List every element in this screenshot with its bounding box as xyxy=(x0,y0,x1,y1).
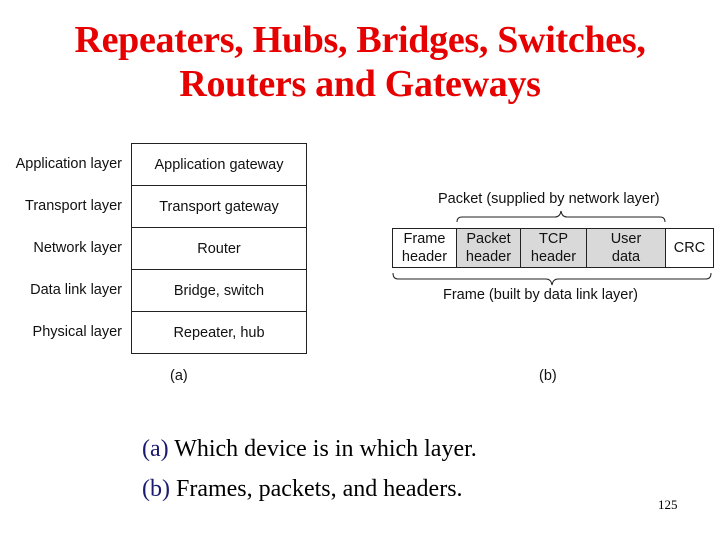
layer-label-network: Network layer xyxy=(33,240,122,256)
frame-brace xyxy=(392,272,712,286)
figure-b-label: (b) xyxy=(539,368,557,384)
frame-field-tcp-header: TCP header xyxy=(521,229,587,267)
device-cell-physical: Repeater, hub xyxy=(173,325,265,341)
caption-b-text: Frames, packets, and headers. xyxy=(169,476,463,502)
caption-a-text: Which device is in which layer. xyxy=(168,436,477,462)
frame-field-packet-header: Packet header xyxy=(457,229,521,267)
layer-label-data-link: Data link layer xyxy=(30,282,122,298)
packet-brace xyxy=(456,210,666,223)
frame-field-crc: CRC xyxy=(666,229,713,267)
slide-title: Repeaters, Hubs, Bridges, Switches, Rout… xyxy=(0,18,720,106)
caption-a: (a) Which device is in which layer. xyxy=(142,436,477,463)
figure-a-label: (a) xyxy=(170,368,188,384)
caption-b: (b) Frames, packets, and headers. xyxy=(142,476,463,503)
device-cell-data-link: Bridge, switch xyxy=(132,270,306,312)
device-cell-application: Application gateway xyxy=(132,144,306,186)
packet-brace-label: Packet (supplied by network layer) xyxy=(438,191,660,207)
device-cell-transport: Transport gateway xyxy=(132,186,306,228)
layer-label-physical: Physical layer xyxy=(32,324,122,340)
frame-field-user-data: User data xyxy=(587,229,666,267)
layer-label-transport: Transport layer xyxy=(25,198,122,214)
slide-title-line-1: Repeaters, Hubs, Bridges, Switches, xyxy=(74,19,646,61)
slide-title-line-2: Routers and Gateways xyxy=(179,63,541,105)
frame-diagram: Frame header Packet header TCP header User d… xyxy=(392,228,714,268)
device-cell-network: Router xyxy=(132,228,306,270)
layer-label-application: Application layer xyxy=(15,156,122,172)
frame-brace-label: Frame (built by data link layer) xyxy=(443,287,639,303)
device-table: Application gateway Transport gateway Ro… xyxy=(131,143,307,354)
frame-field-frame-header: Frame header xyxy=(393,229,457,267)
page-number: 125 xyxy=(658,497,678,512)
caption-b-prefix: (b) xyxy=(142,476,170,502)
caption-a-prefix: (a) xyxy=(142,436,169,462)
